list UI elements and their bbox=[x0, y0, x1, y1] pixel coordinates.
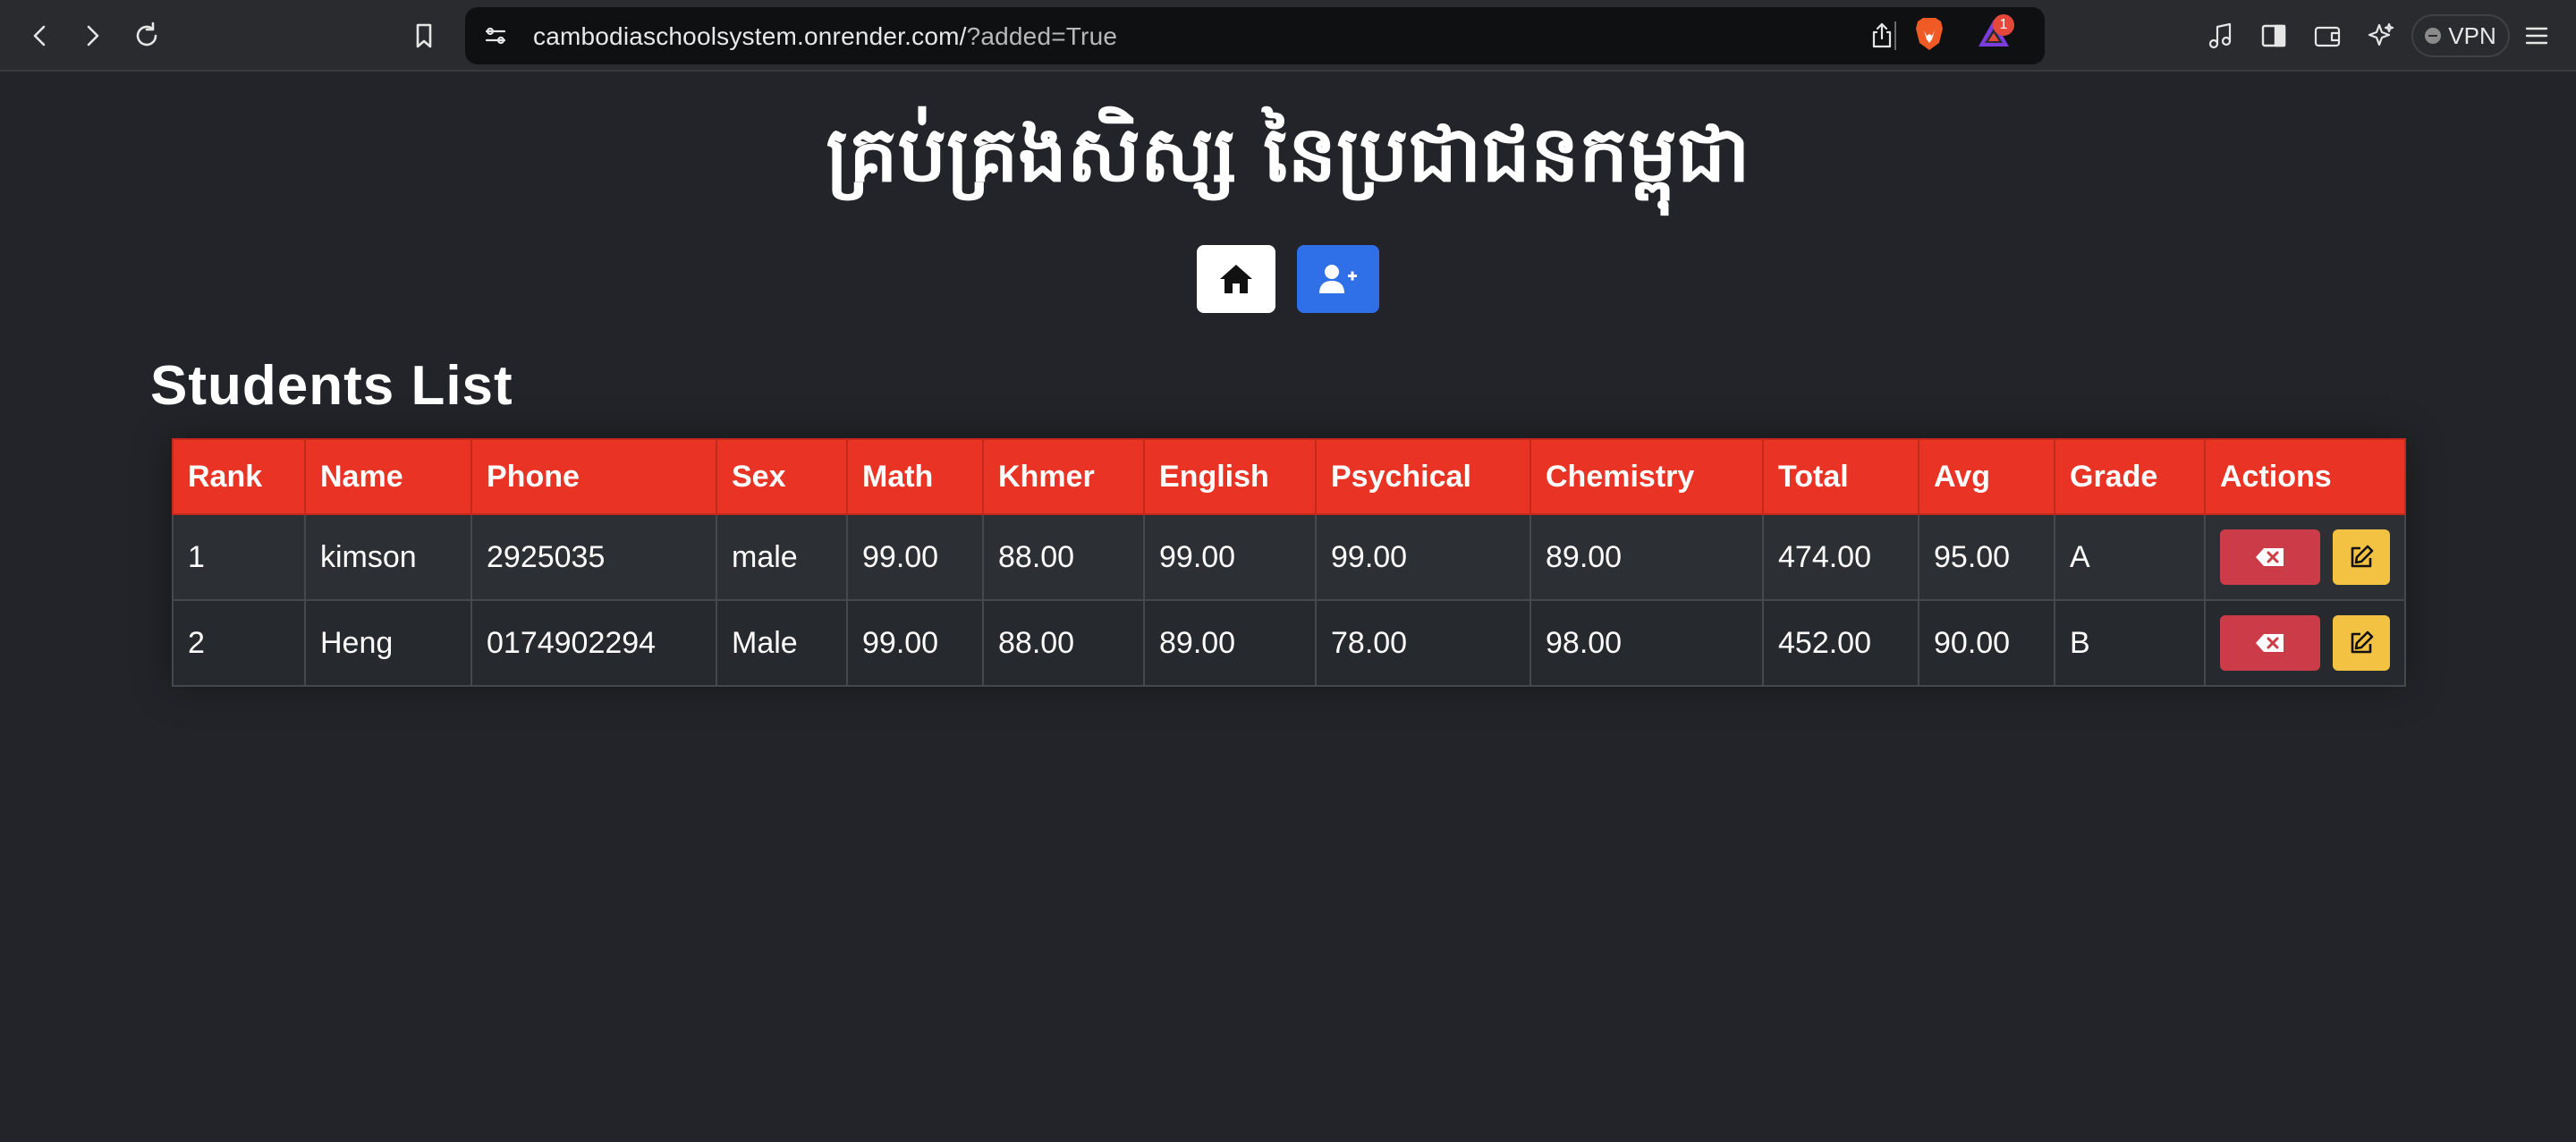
vpn-status-icon bbox=[2425, 28, 2442, 44]
cell-khmer: 88.00 bbox=[982, 599, 1145, 687]
cell-chemistry: 89.00 bbox=[1530, 513, 1764, 601]
cell-psychical: 99.00 bbox=[1315, 513, 1531, 601]
back-icon[interactable] bbox=[21, 18, 57, 54]
column-header: Name bbox=[304, 438, 472, 515]
media-icon[interactable] bbox=[2202, 18, 2238, 54]
notification-badge: 1 bbox=[1993, 14, 2014, 36]
brave-shields-icon[interactable] bbox=[1914, 16, 1945, 52]
delete-button[interactable] bbox=[2220, 615, 2320, 671]
cell-math: 99.00 bbox=[846, 513, 984, 601]
forward-icon[interactable] bbox=[75, 18, 111, 54]
home-button[interactable] bbox=[1197, 245, 1275, 313]
cell-actions bbox=[2204, 513, 2406, 601]
cell-grade: A bbox=[2054, 513, 2206, 601]
section-title: Students List bbox=[150, 355, 513, 417]
cell-rank: 2 bbox=[172, 599, 306, 687]
menu-icon[interactable] bbox=[2519, 18, 2555, 54]
column-header: Phone bbox=[470, 438, 717, 515]
vpn-button[interactable]: VPN bbox=[2411, 14, 2510, 57]
backspace-delete-icon bbox=[2256, 548, 2284, 566]
browser-toolbar: cambodiaschoolsystem.onrender.com/?added… bbox=[0, 0, 2576, 72]
edit-icon bbox=[2351, 545, 2374, 568]
cell-sex: Male bbox=[716, 599, 848, 687]
backspace-delete-icon bbox=[2256, 634, 2284, 652]
cell-actions bbox=[2204, 599, 2406, 687]
cell-name: Heng bbox=[304, 599, 472, 687]
cell-chemistry: 98.00 bbox=[1530, 599, 1764, 687]
students-table: Rank Name Phone Sex Math Khmer English P… bbox=[172, 438, 2406, 687]
page-title: គ្រប់គ្រងសិស្ស នៃប្រជាជនកម្ពុជា bbox=[826, 110, 1750, 199]
column-header: English bbox=[1143, 438, 1317, 515]
cell-rank: 1 bbox=[172, 513, 306, 601]
cell-avg: 95.00 bbox=[1918, 513, 2055, 601]
column-header: Chemistry bbox=[1530, 438, 1764, 515]
cell-total: 474.00 bbox=[1762, 513, 1919, 601]
edit-icon bbox=[2351, 630, 2374, 654]
address-bar[interactable]: cambodiaschoolsystem.onrender.com/?added… bbox=[465, 7, 2045, 64]
column-header: Sex bbox=[716, 438, 848, 515]
cell-psychical: 78.00 bbox=[1315, 599, 1531, 687]
cell-english: 89.00 bbox=[1143, 599, 1317, 687]
url-main: cambodiaschoolsystem.onrender.com/ bbox=[533, 22, 967, 50]
table-row: 1 kimson 2925035 male 99.00 88.00 99.00 … bbox=[172, 513, 2406, 601]
cell-phone: 2925035 bbox=[470, 513, 717, 601]
column-header: Total bbox=[1762, 438, 1919, 515]
wallet-icon[interactable] bbox=[2309, 18, 2345, 54]
column-header: Avg bbox=[1918, 438, 2055, 515]
table-header-row: Rank Name Phone Sex Math Khmer English P… bbox=[172, 438, 2406, 515]
reload-icon[interactable] bbox=[129, 18, 165, 54]
cell-total: 452.00 bbox=[1762, 599, 1919, 687]
toolbar-separator bbox=[1894, 21, 1896, 50]
edit-button[interactable] bbox=[2333, 615, 2390, 671]
cell-name: kimson bbox=[304, 513, 472, 601]
cell-avg: 90.00 bbox=[1918, 599, 2055, 687]
cell-phone: 0174902294 bbox=[470, 599, 717, 687]
add-user-icon bbox=[1319, 265, 1357, 293]
leo-ai-icon[interactable] bbox=[2363, 18, 2399, 54]
table-row: 2 Heng 0174902294 Male 99.00 88.00 89.00… bbox=[172, 599, 2406, 687]
column-header: Khmer bbox=[982, 438, 1145, 515]
vpn-label: VPN bbox=[2448, 21, 2496, 49]
home-icon bbox=[1220, 265, 1252, 293]
cell-khmer: 88.00 bbox=[982, 513, 1145, 601]
cell-english: 99.00 bbox=[1143, 513, 1317, 601]
column-header: Rank bbox=[172, 438, 306, 515]
bookmark-icon[interactable] bbox=[406, 18, 442, 54]
url-query: ?added=True bbox=[966, 22, 1118, 50]
edit-button[interactable] bbox=[2333, 529, 2390, 585]
column-header: Actions bbox=[2204, 438, 2406, 515]
add-student-button[interactable] bbox=[1297, 245, 1379, 313]
url-text[interactable]: cambodiaschoolsystem.onrender.com/?added… bbox=[533, 22, 1117, 51]
column-header: Grade bbox=[2054, 438, 2206, 515]
site-settings-icon[interactable] bbox=[478, 18, 513, 54]
sidebar-icon[interactable] bbox=[2256, 18, 2292, 54]
cell-math: 99.00 bbox=[846, 599, 984, 687]
column-header: Math bbox=[846, 438, 984, 515]
delete-button[interactable] bbox=[2220, 529, 2320, 585]
cell-sex: male bbox=[716, 513, 848, 601]
cell-grade: B bbox=[2054, 599, 2206, 687]
column-header: Psychical bbox=[1315, 438, 1531, 515]
